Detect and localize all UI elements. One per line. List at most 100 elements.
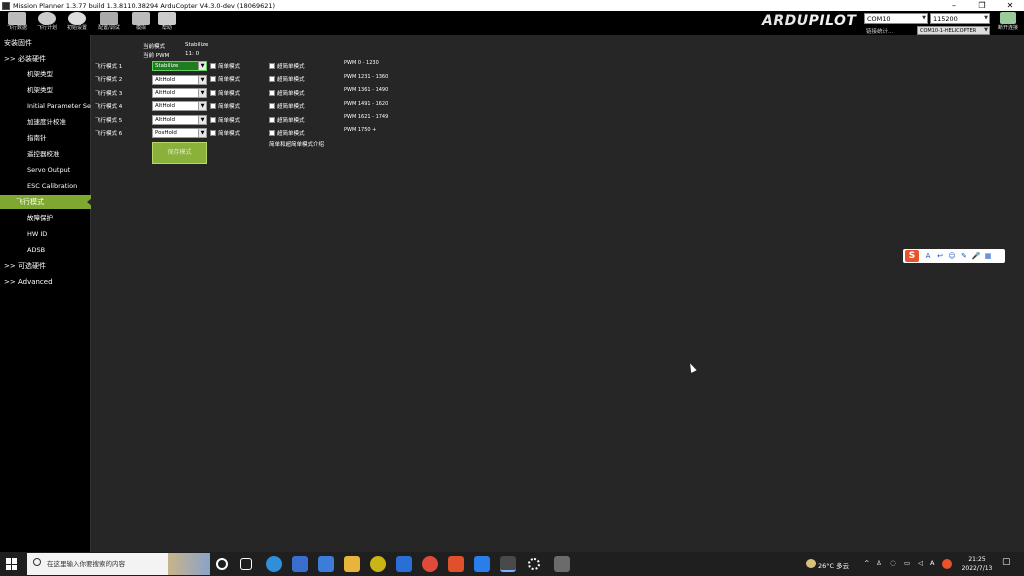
sidebar-item-initial-parameters[interactable]: Initial Parameter Setup [0, 99, 91, 113]
sidebar-item-servo-output[interactable]: Servo Output [0, 163, 91, 177]
sidebar-item-flight-modes[interactable]: 飞行模式 [0, 195, 91, 209]
store-icon[interactable] [292, 556, 308, 572]
sidebar-item-failsafe[interactable]: 故障保护 [0, 211, 91, 225]
ime-toolbox-icon[interactable]: ▦ [983, 251, 993, 261]
cortana-icon[interactable] [216, 558, 228, 570]
config-tuning-button[interactable]: 配置/调试 [94, 12, 124, 35]
flight-mode-2-pwm-range: PWM 1231 - 1360 [344, 74, 389, 80]
tray-chevron-icon[interactable]: ^ [864, 559, 869, 567]
settings-gear-icon[interactable] [528, 558, 540, 570]
sidebar-item-adsb[interactable]: ADSB [0, 243, 91, 257]
simple-mode-help-link[interactable]: 简单和超简单模式介绍 [269, 140, 324, 148]
flight-mode-3-label: 飞行模式 3 [95, 91, 123, 97]
ime-handwrite-icon[interactable]: ✎ [959, 251, 969, 261]
taskbar-search-input[interactable]: 在这里输入你要搜索的内容 [27, 553, 210, 575]
initial-setup-button[interactable]: 初始设置 [62, 12, 92, 35]
device-select[interactable]: COM10-1-HELICOPTER ▼ [917, 26, 990, 35]
flight-mode-3-select[interactable]: AltHold ▼ [152, 88, 207, 98]
taskbar-clock[interactable]: 21:25 2022/7/13 [958, 555, 996, 573]
flight-mode-4-select[interactable]: AltHold ▼ [152, 101, 207, 111]
gears-icon [68, 12, 86, 25]
tray-network-icon[interactable]: ◌ [890, 559, 896, 567]
setup-sidebar: 安装固件 >> 必装硬件 机架类型 机架类型 Initial Parameter… [0, 35, 91, 552]
flight-mode-3-simple-checkbox[interactable]: 简单模式 [210, 89, 240, 97]
task-view-icon[interactable] [240, 558, 252, 570]
chevron-down-icon: ▼ [198, 129, 206, 137]
flight-mode-2-super-simple-checkbox[interactable]: 超简单模式 [269, 75, 305, 83]
tray-person-icon[interactable]: ♙ [876, 559, 882, 567]
weather-cloud-icon [806, 559, 816, 568]
sidebar-item-hw-id[interactable]: HW ID [0, 227, 91, 241]
sidebar-item-frame-type[interactable]: 机架类型 [0, 83, 91, 97]
edge-icon[interactable] [266, 556, 282, 572]
flight-mode-3-super-simple-checkbox[interactable]: 超简单模式 [269, 89, 305, 97]
tray-sogou-icon[interactable] [942, 559, 952, 569]
sidebar-item-radio-calibration[interactable]: 遥控器校准 [0, 147, 91, 161]
sidebar-item-compass[interactable]: 指南针 [0, 131, 91, 145]
flight-plan-button[interactable]: 飞行计划 [32, 12, 62, 35]
sidebar-item-mandatory-hardware[interactable]: >> 必装硬件 [0, 52, 91, 66]
help-button[interactable]: 帮助 [152, 12, 182, 35]
search-highlight-image [168, 553, 210, 575]
tray-ime-icon[interactable]: A [930, 559, 934, 567]
weather-status[interactable]: 26°C 多云 [818, 560, 849, 570]
sidebar-item-frame-orientation[interactable]: 机架类型 [0, 67, 91, 81]
mail-icon[interactable] [318, 556, 334, 572]
phone-app-icon[interactable] [474, 556, 490, 572]
flight-mode-1-select[interactable]: Stabilize ▼ [152, 61, 207, 71]
office-icon[interactable] [448, 556, 464, 572]
flight-mode-2-label: 飞行模式 2 [95, 77, 123, 83]
app-blue-icon[interactable] [396, 556, 412, 572]
flight-mode-1-simple-checkbox[interactable]: 简单模式 [210, 62, 240, 70]
baud-rate-select[interactable]: 115200 ▼ [930, 13, 990, 24]
com-port-select[interactable]: COM10 ▼ [864, 13, 928, 24]
sidebar-item-accel-calibration[interactable]: 加速度计校准 [0, 115, 91, 129]
ime-punctuation-icon[interactable]: ↩ [935, 251, 945, 261]
flight-mode-5-select[interactable]: AltHold ▼ [152, 115, 207, 125]
sidebar-title[interactable]: 安装固件 [0, 36, 91, 50]
link-stats-link[interactable]: 链接统计... [866, 27, 893, 35]
simulation-icon [132, 12, 150, 25]
windows-taskbar: 在这里输入你要搜索的内容 26°C 多云 ^ ♙ ◌ ▭ ◁ A 21:25 2… [0, 552, 1024, 576]
flight-data-button[interactable]: 飞行数据 [2, 12, 32, 35]
chevron-down-icon: ▼ [198, 102, 206, 110]
sidebar-item-optional-hardware[interactable]: >> 可选硬件 [0, 259, 91, 273]
flight-mode-4-simple-checkbox[interactable]: 简单模式 [210, 102, 240, 110]
tray-volume-icon[interactable]: ◁ [918, 559, 923, 567]
help-icon [158, 12, 176, 25]
app-yellow-icon[interactable] [370, 556, 386, 572]
file-explorer-icon[interactable] [344, 556, 360, 572]
flight-mode-6-select[interactable]: PosHold ▼ [152, 128, 207, 138]
ime-emoji-icon[interactable]: ☺ [947, 251, 957, 261]
flight-mode-6-super-simple-checkbox[interactable]: 超简单模式 [269, 129, 305, 137]
sidebar-item-advanced[interactable]: >> Advanced [0, 275, 91, 289]
flight-mode-2-select[interactable]: AltHold ▼ [152, 75, 207, 85]
mission-planner-taskbar-icon[interactable] [500, 556, 516, 572]
app-grey-icon[interactable] [554, 556, 570, 572]
sogou-logo-icon[interactable]: S [905, 250, 919, 262]
flight-mode-1-super-simple-checkbox[interactable]: 超简单模式 [269, 62, 305, 70]
windows-start-icon[interactable] [6, 558, 18, 570]
notification-center-icon[interactable]: ▢ [1002, 557, 1011, 567]
flight-mode-6-simple-checkbox[interactable]: 简单模式 [210, 129, 240, 137]
tray-battery-icon[interactable]: ▭ [904, 559, 910, 567]
sidebar-item-esc-calibration[interactable]: ESC Calibration [0, 179, 91, 193]
flight-mode-4-super-simple-checkbox[interactable]: 超简单模式 [269, 102, 305, 110]
flight-mode-2-simple-checkbox[interactable]: 简单模式 [210, 75, 240, 83]
chevron-down-icon: ▼ [198, 116, 206, 124]
chrome-icon[interactable] [422, 556, 438, 572]
ime-voice-icon[interactable]: 🎤 [971, 251, 981, 261]
disconnect-button[interactable]: 断开连接 [992, 12, 1024, 36]
flight-mode-6-pwm-range: PWM 1750 + [344, 127, 377, 133]
ime-language-icon[interactable]: A [923, 251, 933, 261]
flight-modes-panel: 当前模式 Stabilize 当前 PWM 11: 0 飞行模式 1 Stabi… [91, 35, 1024, 552]
maximize-button[interactable]: ❐ [968, 0, 996, 11]
flight-mode-4-label: 飞行模式 4 [95, 104, 123, 110]
flight-mode-5-super-simple-checkbox[interactable]: 超简单模式 [269, 116, 305, 124]
flight-mode-5-simple-checkbox[interactable]: 简单模式 [210, 116, 240, 124]
app-icon [2, 1, 10, 10]
minimize-button[interactable]: – [940, 0, 968, 11]
globe-icon [38, 12, 56, 25]
close-button[interactable]: ✕ [996, 0, 1024, 11]
save-modes-button[interactable]: 保存模式 [152, 142, 207, 164]
